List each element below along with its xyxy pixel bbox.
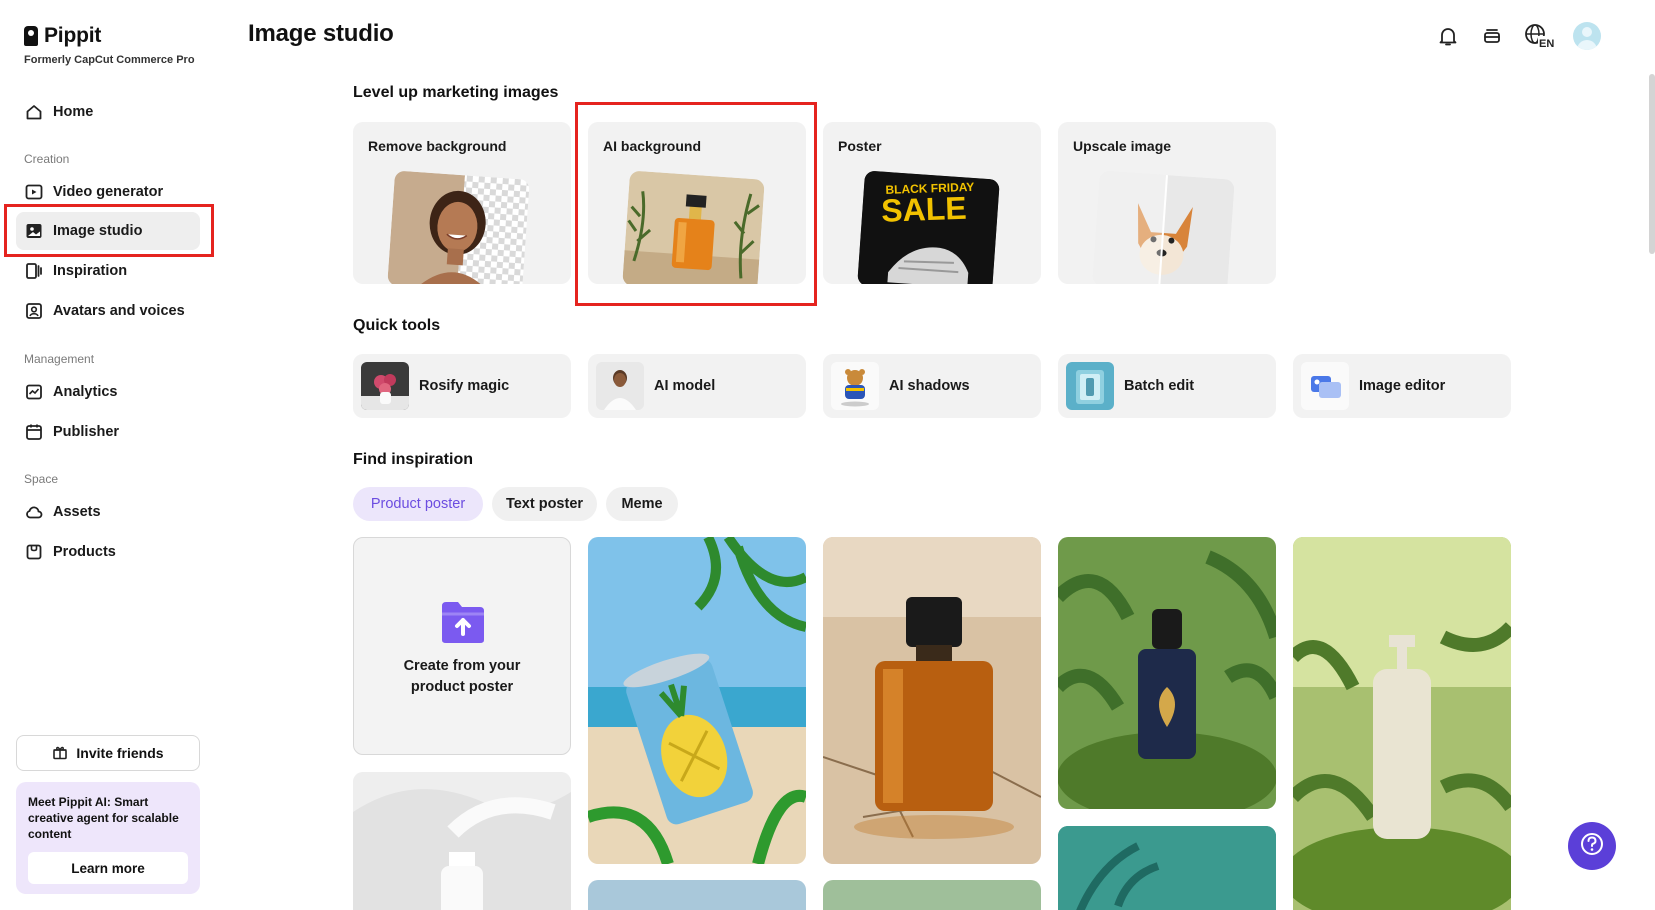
batch-edit-thumbnail — [1066, 362, 1114, 410]
tab-meme[interactable]: Meme — [606, 487, 678, 521]
promo-text: Meet Pippit AI: Smart creative agent for… — [28, 795, 179, 841]
tool-label: Image editor — [1359, 378, 1446, 394]
poster-preview: BLACK FRIDAY SALE — [857, 170, 1000, 284]
invite-friends-button[interactable]: Invite friends — [16, 735, 200, 771]
card-label: Poster — [838, 138, 882, 154]
card-remove-background[interactable]: Remove background — [353, 122, 571, 284]
upscale-image-preview — [1092, 170, 1235, 284]
sidebar: Pippit Formerly CapCut Commerce Pro Home… — [0, 0, 218, 910]
ai-model-thumbnail — [596, 362, 644, 410]
brand-subtitle: Formerly CapCut Commerce Pro — [24, 54, 195, 66]
sidebar-item-label: Publisher — [53, 424, 120, 440]
sidebar-item-home[interactable]: Home — [16, 93, 200, 131]
card-label: Upscale image — [1073, 138, 1172, 154]
cloud-icon — [25, 503, 43, 521]
card-upscale-image[interactable]: Upscale image — [1058, 122, 1276, 284]
gift-icon — [52, 744, 68, 763]
create-from-poster-text: Create from your product poster — [403, 658, 521, 695]
highlight-box-image-studio — [4, 204, 214, 257]
highlight-box-ai-background — [575, 102, 817, 306]
help-button[interactable] — [1568, 822, 1616, 870]
language-globe-icon[interactable]: EN — [1523, 23, 1555, 49]
tab-product-poster[interactable]: Product poster — [353, 487, 483, 521]
tool-rosify-magic[interactable]: Rosify magic — [353, 354, 571, 418]
sidebar-item-assets[interactable]: Assets — [16, 493, 200, 531]
user-avatar[interactable] — [1573, 22, 1601, 50]
ai-shadows-thumbnail — [831, 362, 879, 410]
sidebar-item-publisher[interactable]: Publisher — [16, 413, 200, 451]
tool-label: Batch edit — [1124, 378, 1195, 394]
header-actions: EN — [1435, 22, 1601, 50]
stack-icon[interactable] — [1479, 23, 1505, 49]
page-scrollbar[interactable] — [1649, 74, 1655, 254]
inspiration-item-serum-bottle[interactable] — [1058, 537, 1276, 809]
image-editor-thumbnail — [1301, 362, 1349, 410]
sidebar-item-label: Video generator — [53, 184, 164, 200]
tool-ai-model[interactable]: AI model — [588, 354, 806, 418]
product-box-icon — [25, 543, 43, 561]
rosify-thumbnail — [361, 362, 409, 410]
card-poster[interactable]: Poster BLACK FRIDAY SALE — [823, 122, 1041, 284]
inspiration-item-forest-lotion[interactable] — [1293, 537, 1511, 910]
section-label-space: Space — [24, 472, 59, 486]
tool-image-editor[interactable]: Image editor — [1293, 354, 1511, 418]
sidebar-item-label: Home — [53, 104, 94, 120]
sidebar-item-label: Avatars and voices — [53, 303, 185, 319]
invite-friends-label: Invite friends — [76, 745, 164, 761]
promo-card: Meet Pippit AI: Smart creative agent for… — [16, 782, 200, 894]
language-badge: EN — [1539, 38, 1554, 49]
remove-background-preview — [387, 170, 530, 284]
tool-label: AI model — [654, 378, 716, 394]
tool-label: AI shadows — [889, 378, 970, 394]
avatar-icon — [25, 302, 43, 320]
section-label-management: Management — [24, 352, 95, 366]
sidebar-item-analytics[interactable]: Analytics — [16, 373, 200, 411]
inspiration-item-amber-perfume[interactable] — [823, 537, 1041, 864]
sidebar-item-avatars-and-voices[interactable]: Avatars and voices — [16, 292, 200, 330]
section-title-quick-tools: Quick tools — [353, 317, 441, 334]
home-icon — [25, 103, 43, 121]
tab-text-poster[interactable]: Text poster — [492, 487, 597, 521]
calendar-icon — [25, 423, 43, 441]
app-window: Pippit Formerly CapCut Commerce Pro Home… — [0, 0, 1655, 910]
sidebar-item-label: Assets — [53, 504, 101, 520]
question-mark-icon — [1579, 831, 1605, 862]
sidebar-item-label: Analytics — [53, 384, 118, 400]
tool-batch-edit[interactable]: Batch edit — [1058, 354, 1276, 418]
inspiration-item-partial-1[interactable] — [588, 880, 806, 910]
poster-art-line2: SALE — [881, 190, 968, 229]
sidebar-item-label: Inspiration — [53, 263, 128, 279]
tool-label: Rosify magic — [419, 378, 510, 394]
create-from-poster-card[interactable]: Create from your product poster — [353, 537, 571, 755]
section-title-find-inspiration: Find inspiration — [353, 451, 473, 468]
analytics-icon — [25, 383, 43, 401]
bell-icon[interactable] — [1435, 23, 1461, 49]
pippit-logo-icon — [24, 26, 38, 46]
video-generator-icon — [25, 183, 43, 201]
inspiration-icon — [25, 262, 43, 280]
brand-name: Pippit — [44, 24, 102, 47]
sidebar-item-label: Products — [53, 544, 116, 560]
sidebar-item-products[interactable]: Products — [16, 533, 200, 571]
upload-folder-icon — [440, 600, 486, 649]
section-title-level-up: Level up marketing images — [353, 84, 559, 101]
page-title: Image studio — [248, 20, 394, 47]
inspiration-item-partial-2[interactable] — [823, 880, 1041, 910]
inspiration-item-partial-3[interactable] — [1058, 826, 1276, 910]
sidebar-item-inspiration[interactable]: Inspiration — [16, 252, 200, 290]
card-label: Remove background — [368, 138, 507, 154]
learn-more-button[interactable]: Learn more — [28, 852, 188, 884]
tool-ai-shadows[interactable]: AI shadows — [823, 354, 1041, 418]
section-label-creation: Creation — [24, 152, 70, 166]
inspiration-item-lotion[interactable] — [353, 772, 571, 910]
brand[interactable]: Pippit Formerly CapCut Commerce Pro — [24, 24, 195, 66]
inspiration-item-pineapple-can[interactable] — [588, 537, 806, 864]
